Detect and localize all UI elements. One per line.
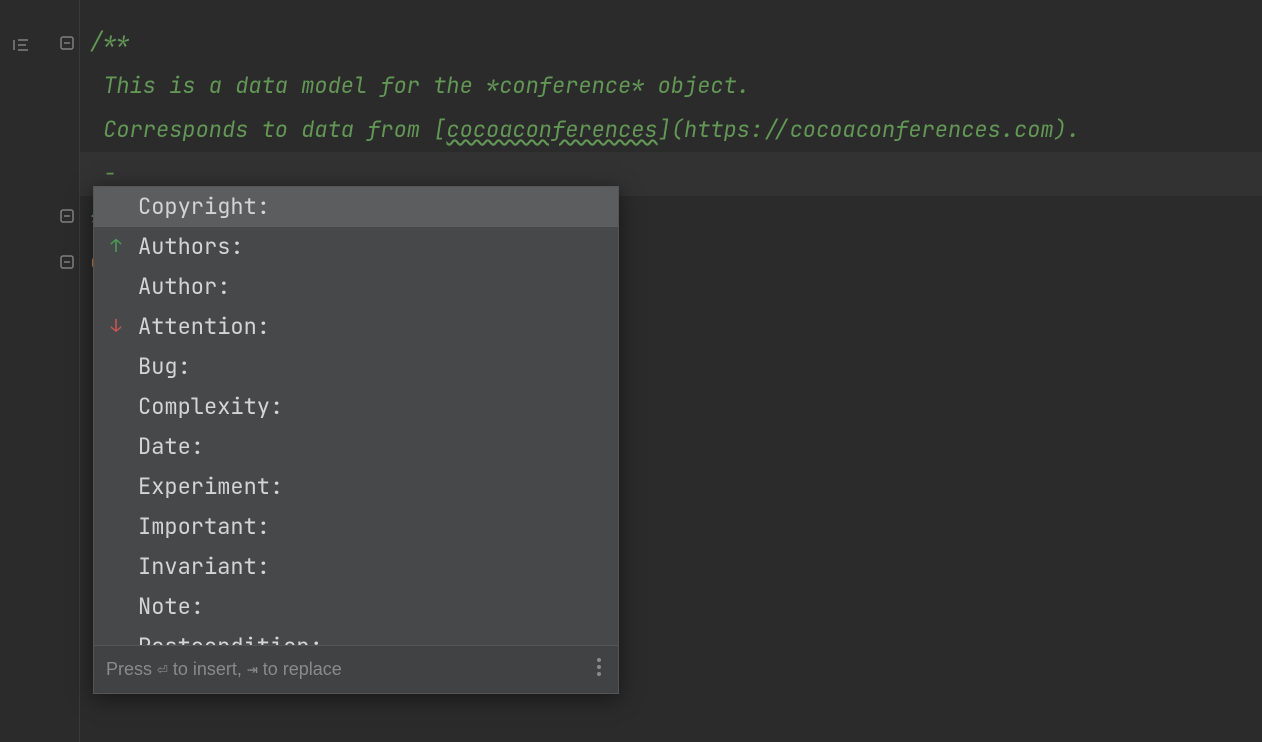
autocomplete-hint: Press ⏎ to insert, ⇥ to replace [106,658,342,681]
autocomplete-item-label: Postcondition: [138,632,323,645]
autocomplete-item-important[interactable]: Important: [94,507,618,547]
autocomplete-item-attention[interactable]: ↓ Attention: [94,307,618,347]
autocomplete-item-postcondition[interactable]: Postcondition: [94,627,618,645]
autocomplete-item-label: Attention: [138,312,270,341]
autocomplete-item-label: Important: [138,512,270,541]
autocomplete-item-note[interactable]: Note: [94,587,618,627]
autocomplete-item-label: Invariant: [138,552,270,581]
code-line: Corresponds to data from [cocoaconferenc… [80,108,1262,152]
fold-marker-icon[interactable] [60,201,74,215]
autocomplete-popup: Copyright: ↑ Authors: Author: ↓ Attentio… [93,186,619,694]
autocomplete-item-label: Copyright: [138,192,270,221]
autocomplete-item-experiment[interactable]: Experiment: [94,467,618,507]
autocomplete-item-label: Complexity: [138,392,283,421]
autocomplete-footer: Press ⏎ to insert, ⇥ to replace [94,645,618,693]
autocomplete-item-author[interactable]: Author: [94,267,618,307]
autocomplete-item-copyright[interactable]: Copyright: [94,187,618,227]
autocomplete-item-label: Bug: [138,352,191,381]
down-arrow-icon: ↓ [108,319,124,335]
doc-link[interactable]: cocoaconferences [446,115,657,144]
autocomplete-item-bug[interactable]: Bug: [94,347,618,387]
autocomplete-item-invariant[interactable]: Invariant: [94,547,618,587]
autocomplete-item-label: Date: [138,432,204,461]
editor-gutter [0,0,80,742]
autocomplete-item-label: Author: [138,272,230,301]
up-arrow-icon: ↑ [108,239,124,255]
code-line: This is a data model for the *conference… [80,64,1262,108]
autocomplete-item-complexity[interactable]: Complexity: [94,387,618,427]
autocomplete-item-label: Note: [138,592,204,621]
autocomplete-item-label: Authors: [138,232,244,261]
paragraph-icon [12,30,30,44]
autocomplete-item-date[interactable]: Date: [94,427,618,467]
code-line: /** [80,20,1262,64]
fold-marker-icon[interactable] [60,247,74,261]
fold-marker-icon[interactable] [60,28,74,42]
autocomplete-item-label: Experiment: [138,472,283,501]
autocomplete-list: Copyright: ↑ Authors: Author: ↓ Attentio… [94,187,618,645]
more-options-icon[interactable] [592,655,606,684]
autocomplete-item-authors[interactable]: ↑ Authors: [94,227,618,267]
